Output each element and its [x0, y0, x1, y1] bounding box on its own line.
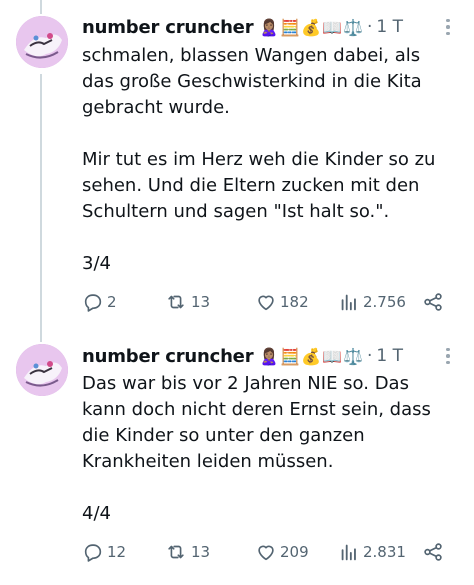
- more-icon[interactable]: [440, 346, 456, 366]
- reply-button[interactable]: 2: [82, 291, 117, 313]
- like-count: 209: [280, 543, 309, 561]
- tweet-2[interactable]: number cruncher 🙎🏽‍♀️🧮💰📖⚖️ · 1 T Das war…: [0, 340, 474, 585]
- share-icon: [424, 293, 442, 311]
- text-line: kann doch nicht deren Ernst sein, dass: [82, 399, 431, 420]
- share-icon: [424, 543, 442, 561]
- share-button[interactable]: [422, 291, 444, 313]
- reply-count: 2: [107, 293, 117, 311]
- author-emojis: 🙎🏽‍♀️🧮💰📖⚖️: [259, 17, 364, 37]
- tweet-header: number cruncher 🙎🏽‍♀️🧮💰📖⚖️ · 1 T: [82, 14, 403, 40]
- avatar-image: [16, 344, 68, 396]
- text-line: sehen. Und die Eltern zucken mit den: [82, 175, 420, 196]
- tweet-1[interactable]: number cruncher 🙎🏽‍♀️🧮💰📖⚖️ · 1 T schmale…: [0, 0, 474, 340]
- retweet-count: 13: [191, 293, 211, 311]
- like-icon: [258, 545, 274, 561]
- retweet-button[interactable]: 13: [164, 291, 210, 313]
- retweet-icon: [168, 295, 184, 309]
- share-button[interactable]: [422, 541, 444, 563]
- like-button[interactable]: 182: [255, 291, 309, 313]
- text-line: schmalen, blassen Wangen dabei, als: [82, 45, 421, 66]
- reply-count: 12: [107, 543, 127, 561]
- text-line: 3/4: [82, 253, 111, 274]
- text-line: [82, 475, 462, 501]
- text-line: 4/4: [82, 503, 111, 524]
- reply-icon: [84, 544, 102, 562]
- like-count: 182: [280, 293, 309, 311]
- avatar-image: [16, 16, 68, 68]
- views-count: 2.756: [363, 293, 406, 311]
- tweet-text: Das war bis vor 2 Jahren NIE so. Das kan…: [82, 371, 462, 527]
- author-name[interactable]: number cruncher: [82, 346, 254, 367]
- retweet-count: 13: [191, 543, 211, 561]
- author-emojis: 🙎🏽‍♀️🧮💰📖⚖️: [259, 346, 364, 366]
- text-line: die Kinder so unter den ganzen: [82, 425, 365, 446]
- action-bar: 12 13 209 2.831: [82, 540, 454, 564]
- text-line: Schultern und sagen "Ist halt so.".: [82, 201, 390, 222]
- text-line: [82, 121, 462, 147]
- tweet-text: schmalen, blassen Wangen dabei, als das …: [82, 43, 462, 277]
- views-button[interactable]: 2.756: [338, 291, 406, 313]
- separator-dot: ·: [366, 346, 373, 366]
- retweet-icon: [168, 545, 184, 559]
- views-icon: [341, 544, 356, 561]
- text-line: das große Geschwisterkind in die Kita: [82, 71, 422, 92]
- timestamp[interactable]: 1 T: [376, 346, 403, 366]
- action-bar: 2 13 182 2.756: [82, 290, 454, 314]
- separator-dot: ·: [366, 17, 373, 37]
- reply-icon: [84, 294, 102, 312]
- like-button[interactable]: 209: [255, 541, 309, 563]
- text-line: gebracht wurde.: [82, 97, 230, 118]
- reply-button[interactable]: 12: [82, 541, 126, 563]
- avatar[interactable]: [16, 16, 68, 68]
- text-line: [82, 225, 462, 251]
- more-icon[interactable]: [440, 17, 456, 37]
- tweet-header: number cruncher 🙎🏽‍♀️🧮💰📖⚖️ · 1 T: [82, 343, 403, 369]
- text-line: Mir tut es im Herz weh die Kinder so zu: [82, 149, 436, 170]
- views-button[interactable]: 2.831: [338, 541, 406, 563]
- views-count: 2.831: [363, 543, 406, 561]
- views-icon: [341, 294, 356, 311]
- retweet-button[interactable]: 13: [164, 541, 210, 563]
- text-line: Krankheiten leiden müssen.: [82, 451, 334, 472]
- like-icon: [258, 295, 274, 311]
- text-line: Das war bis vor 2 Jahren NIE so. Das: [82, 373, 409, 394]
- timestamp[interactable]: 1 T: [376, 17, 403, 37]
- author-name[interactable]: number cruncher: [82, 17, 254, 38]
- avatar[interactable]: [16, 344, 68, 396]
